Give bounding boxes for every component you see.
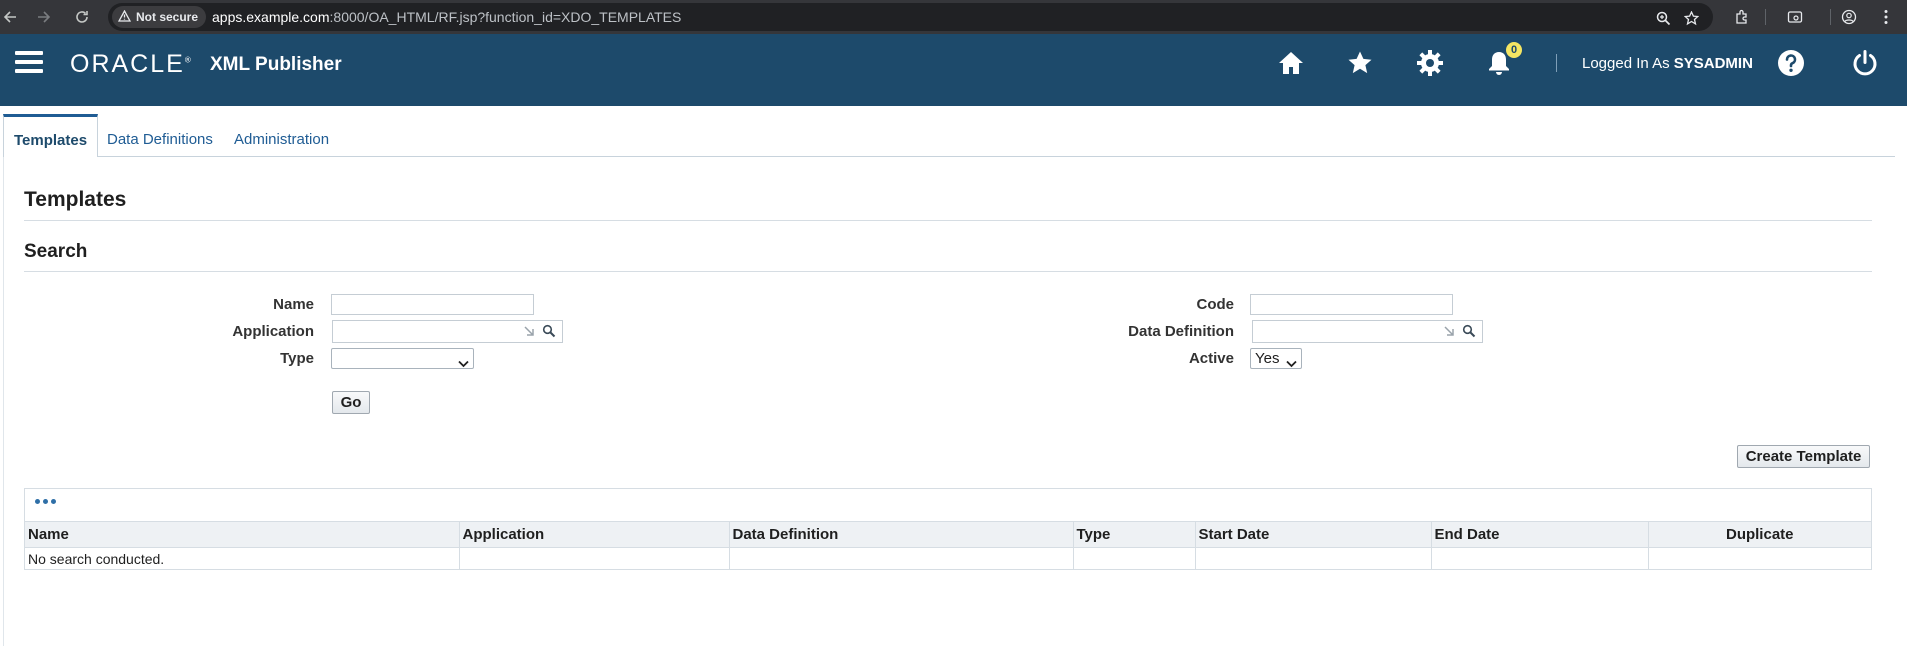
security-chip[interactable]: Not secure [112, 6, 207, 28]
table-cell [1073, 547, 1196, 570]
app-header: ORACLE® XML Publisher 0 Logged In As SYS… [0, 34, 1907, 106]
active-select-value: Yes [1255, 350, 1280, 367]
table-cell [729, 547, 1074, 570]
reload-icon[interactable] [72, 7, 92, 27]
data-definition-search-icon[interactable] [1462, 324, 1478, 340]
lov-arrow-icon [1442, 324, 1456, 338]
username: SYSADMIN [1673, 55, 1753, 72]
menu-kebab-icon[interactable] [1876, 7, 1896, 27]
tab-administration[interactable]: Administration [224, 114, 339, 157]
lov-arrow-icon [522, 324, 536, 338]
url-text: apps.example.com:8000/OA_HTML/RF.jsp?fun… [212, 9, 681, 25]
favorites-star-icon[interactable] [1343, 46, 1377, 80]
create-template-button[interactable]: Create Template [1737, 445, 1870, 468]
type-label: Type [280, 350, 314, 367]
column-header-type: Type [1073, 521, 1196, 548]
browser-toolbar: Not secure apps.example.com:8000/OA_HTML… [0, 0, 1907, 34]
active-select[interactable]: Yes [1250, 348, 1302, 369]
table-cell [1431, 547, 1649, 570]
data-definition-lov-field[interactable] [1252, 320, 1483, 343]
type-select[interactable] [331, 348, 474, 369]
column-header-start-date: Start Date [1195, 521, 1432, 548]
column-header-duplicate: Duplicate [1648, 521, 1871, 548]
tab-data-definitions[interactable]: Data Definitions [97, 114, 223, 157]
toolbar-divider [1830, 9, 1831, 25]
data-definition-label: Data Definition [1128, 323, 1234, 340]
column-header-name: Name [25, 521, 460, 548]
chevron-down-icon [1286, 354, 1297, 373]
column-header-application: Application [459, 521, 730, 548]
logged-in-status: Logged In As SYSADMIN [1582, 55, 1753, 72]
logged-in-prefix: Logged In As [1582, 55, 1674, 72]
help-icon[interactable] [1774, 46, 1808, 80]
product-name: XML Publisher [210, 54, 342, 75]
application-search-icon[interactable] [542, 324, 558, 340]
page-title: Templates [24, 188, 127, 211]
navigator-menu-icon[interactable] [15, 51, 43, 75]
url-host: apps.example.com [212, 9, 330, 25]
chevron-down-icon [458, 354, 469, 373]
application-lov-field[interactable] [332, 320, 563, 343]
title-divider [24, 220, 1872, 221]
url-path: :8000/OA_HTML/RF.jsp?function_id=XDO_TEM… [329, 9, 682, 25]
empty-results-message: No search conducted. [25, 547, 460, 570]
address-bar[interactable]: Not secure apps.example.com:8000/OA_HTML… [108, 3, 1713, 31]
zoom-icon[interactable] [1654, 9, 1672, 27]
notification-count-badge: 0 [1506, 42, 1522, 58]
settings-gear-icon[interactable] [1413, 46, 1447, 80]
active-label: Active [1188, 350, 1234, 367]
column-header-data-definition: Data Definition [729, 521, 1074, 548]
search-divider [24, 271, 1872, 272]
table-cell [1648, 547, 1871, 570]
forward-arrow-icon[interactable] [34, 7, 54, 27]
tab-templates[interactable]: Templates [3, 114, 99, 157]
table-cell [1195, 547, 1432, 570]
toolbar-divider [1765, 9, 1766, 25]
more-actions-icon[interactable] [35, 494, 57, 508]
results-region: Name Application Data Definition Type St… [24, 488, 1872, 570]
code-input[interactable] [1250, 294, 1453, 315]
bookmark-star-icon[interactable] [1682, 9, 1700, 27]
back-arrow-icon[interactable] [0, 7, 20, 27]
search-section-title: Search [24, 241, 88, 262]
results-table: Name Application Data Definition Type St… [25, 521, 1871, 570]
table-row: No search conducted. [25, 547, 1871, 570]
name-input[interactable] [331, 294, 534, 315]
table-cell [459, 547, 730, 570]
code-label: Code [1196, 296, 1235, 313]
go-button[interactable]: Go [332, 391, 370, 414]
logout-power-icon[interactable] [1848, 46, 1882, 80]
application-label: Application [232, 323, 314, 340]
results-header-row: Name Application Data Definition Type St… [25, 521, 1871, 548]
name-label: Name [273, 296, 314, 313]
content-frame [3, 156, 1895, 646]
header-divider [1556, 54, 1557, 72]
security-label: Not secure [136, 10, 199, 24]
column-header-end-date: End Date [1431, 521, 1649, 548]
tab-search-icon[interactable] [1785, 7, 1805, 27]
extensions-icon[interactable] [1732, 7, 1752, 27]
profile-icon[interactable] [1839, 7, 1859, 27]
oracle-logo: ORACLE® [70, 50, 191, 78]
warning-icon [117, 9, 132, 25]
home-icon[interactable] [1274, 46, 1308, 80]
